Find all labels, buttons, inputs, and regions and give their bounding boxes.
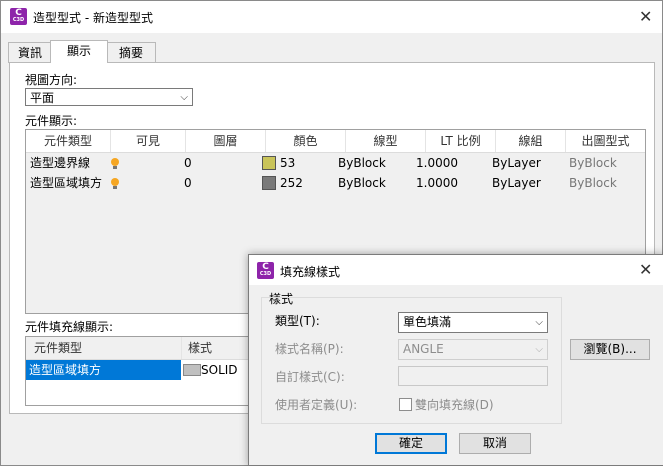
column-header[interactable]: 元件類型	[26, 130, 111, 152]
dialog-title-bar: C C3D 填充線樣式 ✕	[249, 255, 663, 285]
custom-pattern-label: 自訂樣式(C):	[275, 370, 345, 384]
view-direction-label: 視圖方向:	[25, 73, 78, 87]
cell-linetype[interactable]: ByBlock	[338, 153, 386, 173]
column-header[interactable]: 樣式	[182, 337, 258, 359]
cell-pattern[interactable]: SOLID	[183, 360, 238, 380]
column-header[interactable]: 可見	[111, 130, 186, 152]
double-hatch-label: 雙向填充線(D)	[415, 398, 494, 412]
table-row[interactable]: 造型區域填方 0 252 ByBlock 1.0000 ByLayer ByBl…	[26, 173, 645, 193]
cell-lt-scale[interactable]: 1.0000	[416, 153, 458, 173]
column-header[interactable]: 元件類型	[26, 337, 182, 359]
double-hatch-checkbox[interactable]	[399, 398, 412, 411]
column-header[interactable]: 線型	[346, 130, 426, 152]
title-bar: C C3D 造型型式 - 新造型型式 ✕	[1, 1, 662, 33]
column-header[interactable]: 線組	[496, 130, 566, 152]
tab-info[interactable]: 資訊	[8, 42, 52, 63]
pattern-name-select[interactable]: ANGLE ⌵	[398, 339, 548, 360]
pattern-swatch	[183, 363, 201, 376]
column-header[interactable]: 圖層	[186, 130, 266, 152]
cell-type-selected: 造型區域填方	[26, 360, 181, 380]
cell-lt-scale[interactable]: 1.0000	[416, 173, 458, 193]
chevron-down-icon: ⌵	[180, 92, 188, 103]
cell-plot-style: ByBlock	[569, 156, 617, 170]
chevron-down-icon: ⌵	[535, 317, 543, 328]
cell-layer[interactable]: 0	[184, 173, 192, 193]
close-icon[interactable]: ✕	[639, 7, 652, 26]
app-icon: C C3D	[257, 262, 274, 279]
dialog-title: 填充線樣式	[280, 265, 341, 279]
custom-pattern-input[interactable]	[398, 366, 548, 386]
tab-display[interactable]: 顯示	[50, 40, 108, 63]
hatch-display-header: 元件類型 樣式	[26, 337, 258, 360]
hatch-display-label: 元件填充線顯示:	[25, 320, 114, 334]
table-row[interactable]: 造型區域填方 SOLID	[26, 360, 258, 380]
column-header[interactable]: 出圖型式	[566, 130, 645, 152]
user-defined-label: 使用者定義(U):	[275, 398, 358, 412]
cell-linetype[interactable]: ByBlock	[338, 173, 386, 193]
cell-color[interactable]: 252	[262, 173, 303, 193]
visible-bulb-icon[interactable]	[111, 173, 119, 193]
type-label: 類型(T):	[275, 314, 320, 328]
browse-button[interactable]: 瀏覽(B)...	[570, 339, 650, 360]
cell-layer[interactable]: 0	[184, 153, 192, 173]
tab-summary[interactable]: 摘要	[106, 42, 156, 63]
color-swatch	[262, 175, 276, 190]
close-icon[interactable]: ✕	[639, 260, 652, 279]
ok-button[interactable]: 確定	[375, 433, 447, 454]
view-direction-select[interactable]: 平面 ⌵	[25, 88, 193, 106]
cell-plot-style: ByBlock	[569, 176, 617, 190]
type-select[interactable]: 單色填滿 ⌵	[398, 312, 548, 333]
table-row[interactable]: 造型邊界線 0 53 ByBlock 1.0000 ByLayer ByBloc…	[26, 153, 645, 173]
component-display-label: 元件顯示:	[25, 114, 78, 128]
window-title: 造型型式 - 新造型型式	[33, 11, 153, 25]
column-header[interactable]: 顏色	[266, 130, 346, 152]
chevron-down-icon: ⌵	[535, 344, 543, 355]
cell-type: 造型邊界線	[30, 156, 91, 170]
cell-lineweight[interactable]: ByLayer	[492, 153, 541, 173]
cancel-button[interactable]: 取消	[459, 433, 531, 454]
color-swatch	[262, 155, 276, 170]
cell-lineweight[interactable]: ByLayer	[492, 173, 541, 193]
pattern-name-label: 樣式名稱(P):	[275, 342, 344, 356]
hatch-display-list[interactable]: 元件類型 樣式 造型區域填方 SOLID	[25, 336, 259, 406]
column-header[interactable]: LT 比例	[426, 130, 496, 152]
visible-bulb-icon[interactable]	[111, 153, 119, 173]
cell-color[interactable]: 53	[262, 153, 295, 173]
cell-type: 造型區域填方	[30, 176, 103, 190]
component-display-header: 元件類型 可見 圖層 顏色 線型 LT 比例 線組 出圖型式	[26, 130, 645, 153]
hatch-pattern-dialog: C C3D 填充線樣式 ✕ 樣式 類型(T): 單色填滿 ⌵ 樣式名稱(P): AN…	[248, 254, 663, 466]
app-icon: C C3D	[10, 8, 27, 25]
